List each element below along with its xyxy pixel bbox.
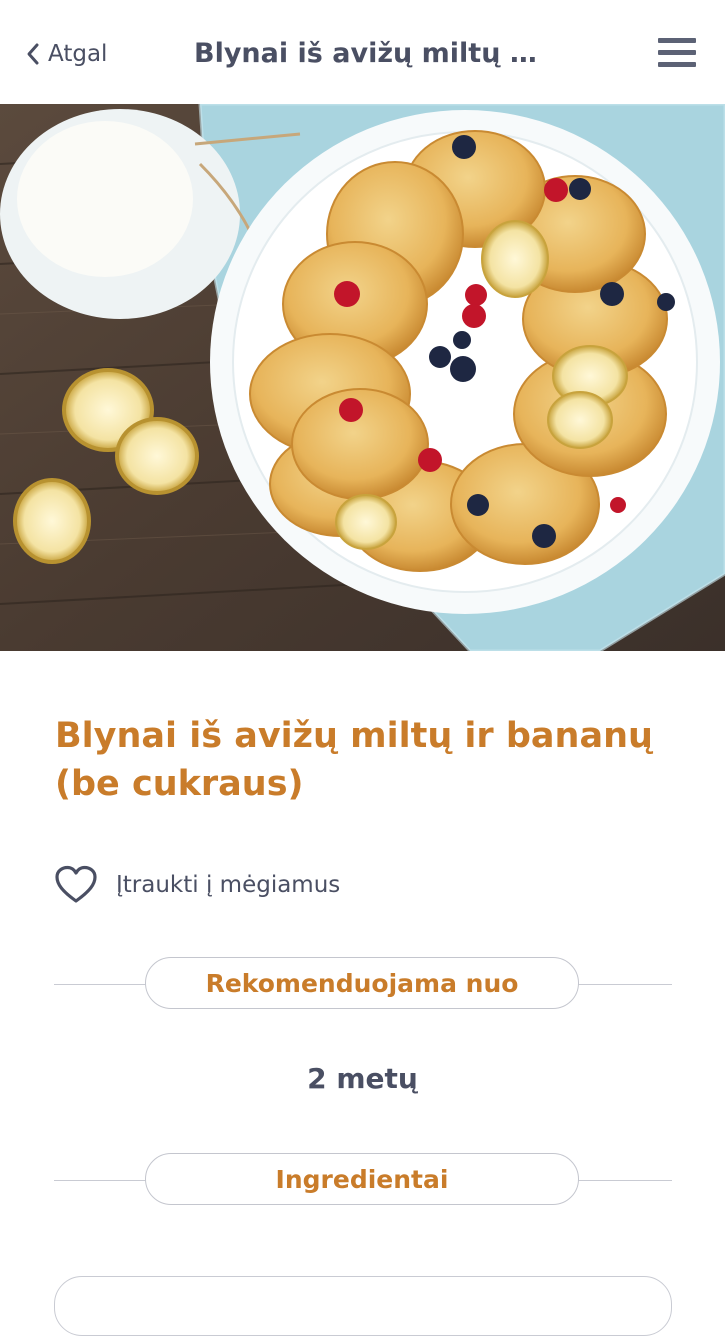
recommended-label: Rekomenduojama nuo: [205, 968, 519, 998]
add-to-favorites-button[interactable]: Įtraukti į mėgiamus: [54, 862, 340, 908]
recipe-title: Blynai iš avižų miltų ir bananų (be cukr…: [55, 716, 653, 804]
favorite-label: Įtraukti į mėgiamus: [116, 872, 341, 898]
chevron-left-icon: [27, 43, 39, 65]
recommended-age: 2 metų: [307, 1062, 418, 1095]
hamburger-menu-icon[interactable]: [656, 36, 698, 70]
ingredients-section-header: Ingredientai: [54, 1153, 672, 1209]
recommended-section-header: Rekomenduojama nuo: [54, 957, 672, 1013]
heart-outline-icon: [55, 865, 97, 903]
recipe-photo: [0, 104, 725, 651]
back-button[interactable]: Atgal: [24, 34, 107, 74]
back-label: Atgal: [48, 41, 108, 67]
ingredients-pill: Ingredientai: [145, 1153, 579, 1205]
ingredients-card: [54, 1276, 672, 1336]
page-title: Blynai iš avižų miltų ...: [194, 38, 539, 69]
recommended-pill: Rekomenduojama nuo: [145, 957, 579, 1009]
top-bar: Atgal Blynai iš avižų miltų ...: [0, 0, 725, 104]
ingredients-label: Ingredientai: [275, 1164, 449, 1194]
